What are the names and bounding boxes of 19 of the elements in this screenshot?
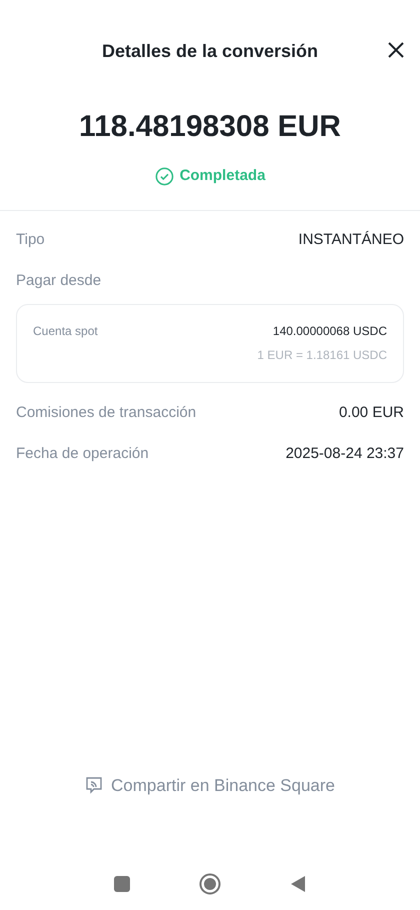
- detail-label: Tipo: [16, 230, 45, 250]
- share-button[interactable]: Compartir en Binance Square: [85, 772, 335, 798]
- detail-label: Pagar desde: [16, 270, 102, 290]
- account-name: Cuenta spot: [33, 323, 98, 340]
- recents-icon[interactable]: [114, 876, 130, 892]
- detail-label: Comisiones de transacción: [16, 402, 196, 423]
- status-label: Completada: [180, 166, 266, 186]
- pay-amount: 140.00000068 USDC: [272, 323, 387, 340]
- exchange-rate: 1 EUR = 1.18161 USDC: [257, 347, 387, 364]
- page-title: Detalles de la conversión: [102, 40, 318, 62]
- detail-value: 0.00 EUR: [338, 402, 404, 423]
- share-chat-icon: [85, 776, 104, 794]
- home-icon[interactable]: [198, 873, 221, 895]
- check-circle-icon: [154, 166, 174, 186]
- back-icon[interactable]: [290, 875, 306, 893]
- detail-value: 2025-08-24 23:37: [286, 444, 404, 464]
- conversion-amount: 118.48198308 EUR: [79, 109, 341, 145]
- detail-label: Fecha de operación: [16, 444, 149, 464]
- detail-value: INSTANTÁNEO: [298, 230, 404, 250]
